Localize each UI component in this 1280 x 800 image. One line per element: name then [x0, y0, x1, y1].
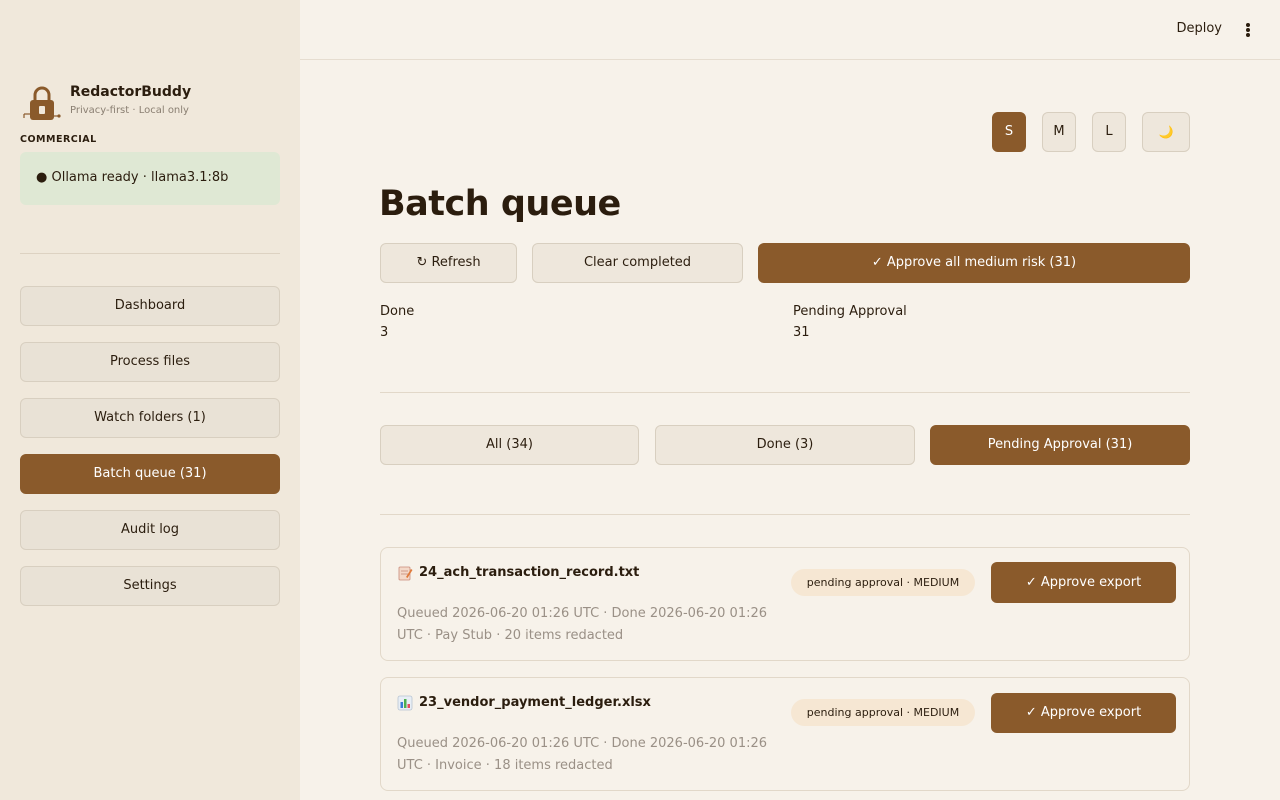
pending-metric-value: 31 — [793, 325, 810, 340]
deploy-button[interactable]: Deploy — [1176, 21, 1222, 36]
divider — [380, 514, 1190, 515]
done-metric-label: Done — [380, 304, 415, 319]
app-tagline: Privacy-first · Local only — [70, 105, 189, 116]
nav-batch-queue[interactable]: Batch queue (31) — [20, 454, 280, 494]
nav-dashboard[interactable]: Dashboard — [20, 286, 280, 326]
file-name: 23_vendor_payment_ledger.xlsx — [419, 695, 651, 710]
status-badge: pending approval · MEDIUM — [791, 569, 975, 596]
nav-settings[interactable]: Settings — [20, 566, 280, 606]
dark-mode-moon-icon[interactable]: 🌙 — [1142, 112, 1190, 152]
divider — [380, 392, 1190, 393]
approve-export-button[interactable]: ✓ Approve export — [991, 562, 1176, 603]
size-large-button[interactable]: L — [1092, 112, 1126, 152]
brand: RedactorBuddy Privacy-first · Local only — [20, 80, 280, 124]
sidebar: RedactorBuddy Privacy-first · Local only… — [0, 0, 300, 800]
license-tier-label: COMMERCIAL — [20, 134, 97, 145]
done-metric-value: 3 — [380, 325, 389, 340]
nav-process-files[interactable]: Process files — [20, 342, 280, 382]
clear-completed-button[interactable]: Clear completed — [532, 243, 743, 283]
file-meta: Queued 2026-06-20 01:26 UTC · Done 2026-… — [397, 736, 768, 773]
filter-pending-tab[interactable]: Pending Approval (31) — [930, 425, 1190, 465]
size-medium-button[interactable]: M — [1042, 112, 1076, 152]
status-badge: pending approval · MEDIUM — [791, 699, 975, 726]
kebab-menu-icon[interactable] — [1242, 20, 1254, 40]
file-name: 24_ach_transaction_record.txt — [419, 565, 640, 580]
app-name: RedactorBuddy — [70, 84, 192, 100]
ollama-status: ● Ollama ready · llama3.1:8b — [20, 152, 280, 205]
padlock-logo-icon — [23, 86, 61, 120]
top-bar: Deploy — [300, 0, 1280, 60]
filter-all-tab[interactable]: All (34) — [380, 425, 639, 465]
pending-metric-label: Pending Approval — [793, 304, 907, 319]
nav-watch-folders[interactable]: Watch folders (1) — [20, 398, 280, 438]
size-small-button[interactable]: S — [992, 112, 1026, 152]
sidebar-divider — [20, 253, 280, 254]
nav-audit-log[interactable]: Audit log — [20, 510, 280, 550]
queue-item: 23_vendor_payment_ledger.xlsx Queued 202… — [380, 677, 1190, 791]
page-title: Batch queue — [379, 184, 621, 224]
refresh-button[interactable]: ↻ Refresh — [380, 243, 517, 283]
approve-export-button[interactable]: ✓ Approve export — [991, 693, 1176, 733]
approve-all-medium-button[interactable]: ✓ Approve all medium risk (31) — [758, 243, 1190, 283]
memo-file-icon — [398, 566, 413, 581]
file-meta: Queued 2026-06-20 01:26 UTC · Done 2026-… — [397, 606, 768, 643]
filter-done-tab[interactable]: Done (3) — [655, 425, 915, 465]
bar-chart-file-icon — [397, 695, 413, 711]
queue-item: 24_ach_transaction_record.txt Queued 202… — [380, 547, 1190, 661]
